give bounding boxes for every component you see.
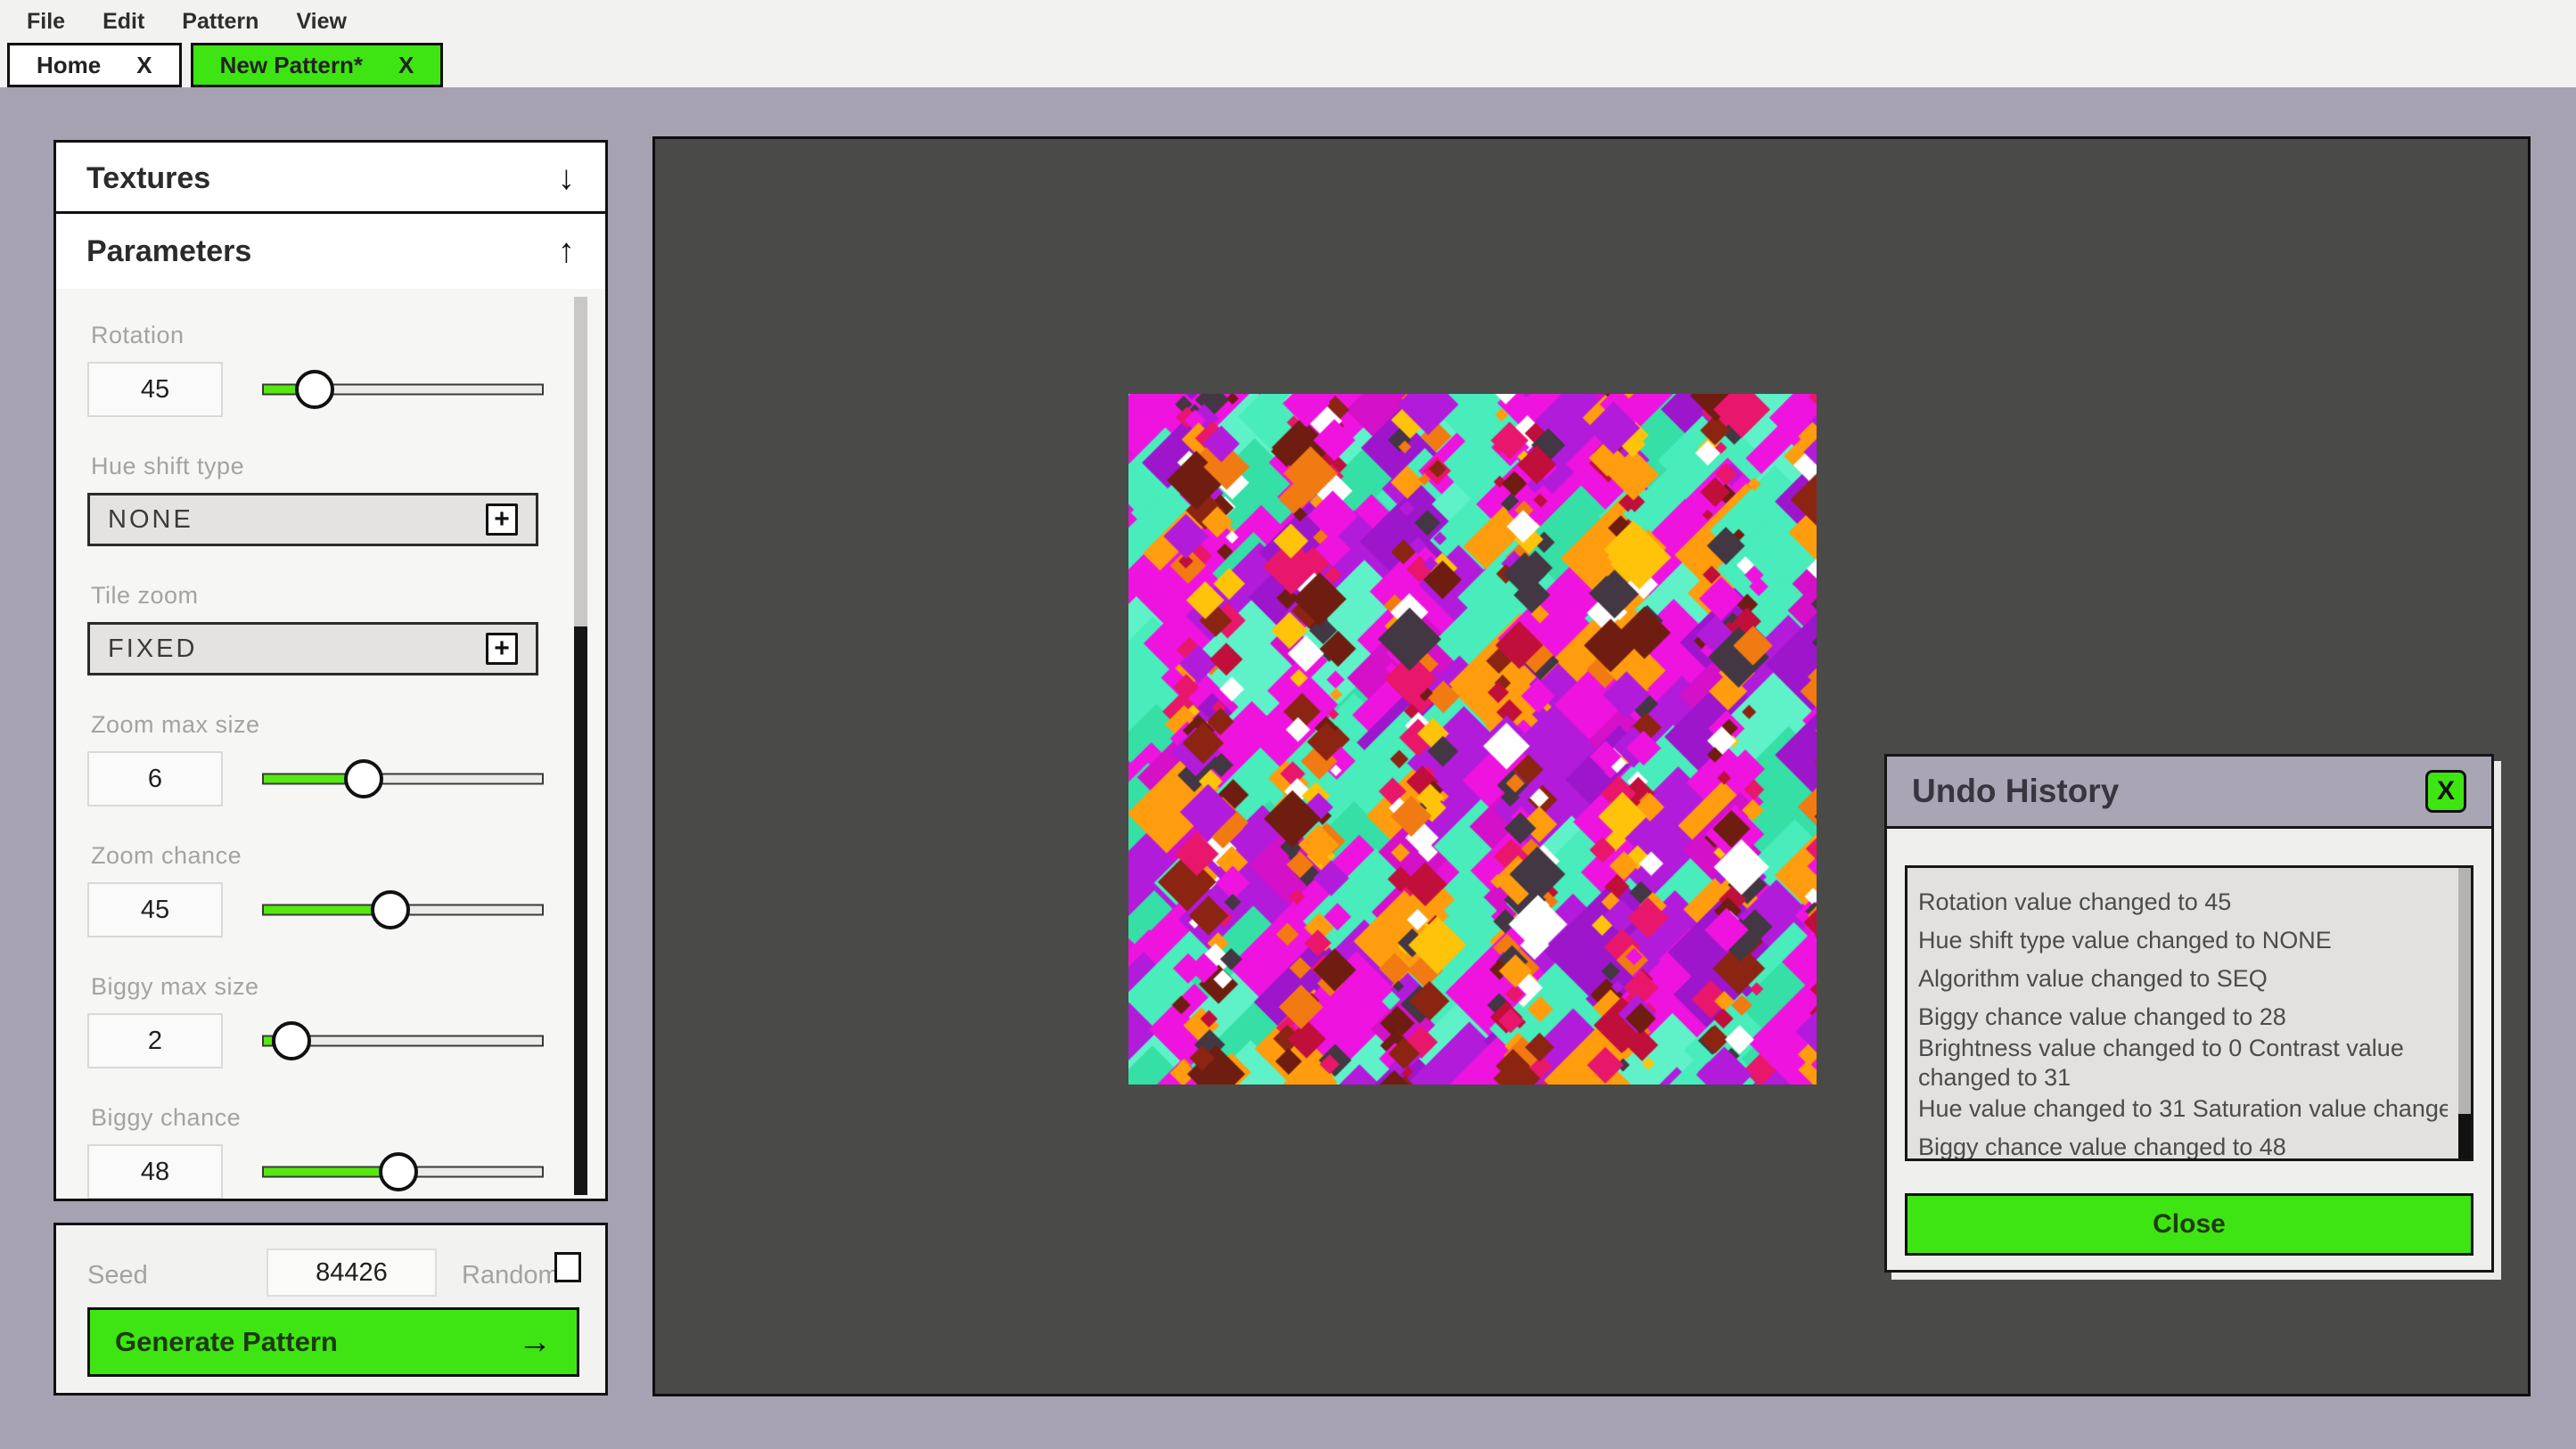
- tab-new-pattern-label: New Pattern*: [220, 52, 363, 79]
- tile-zoom-value: FIXED: [108, 634, 197, 664]
- biggy-chance-value-input[interactable]: [87, 1144, 223, 1199]
- menu-view[interactable]: View: [296, 9, 347, 35]
- tab-new-pattern[interactable]: New Pattern* X: [191, 43, 444, 87]
- parameters-scroll-area: Rotation Hue shift type NONE + Tile zoom: [56, 289, 605, 1199]
- menu-pattern[interactable]: Pattern: [182, 9, 258, 35]
- undo-history-list: Rotation value changed to 45 Hue shift t…: [1905, 865, 2473, 1161]
- tab-bar: Home X New Pattern* X: [0, 43, 2576, 87]
- generate-pattern-button[interactable]: Generate Pattern →: [87, 1307, 579, 1377]
- parameters-section: Parameters ↑ Rotation Hue shift type NON…: [53, 211, 608, 1201]
- tile-zoom-dropdown[interactable]: FIXED +: [87, 622, 538, 675]
- seed-input[interactable]: [267, 1248, 437, 1297]
- biggy-chance-slider-thumb[interactable]: [379, 1152, 418, 1191]
- zoom-max-size-slider[interactable]: [262, 751, 544, 806]
- hue-shift-type-value: NONE: [108, 505, 193, 535]
- undo-history-titlebar[interactable]: Undo History X: [1887, 757, 2491, 829]
- rotation-slider-thumb[interactable]: [295, 370, 334, 409]
- zoom-chance-slider-thumb[interactable]: [371, 890, 410, 929]
- undo-history-title: Undo History: [1912, 773, 2119, 810]
- undo-entry[interactable]: Algorithm value changed to SEQ: [1918, 964, 2448, 994]
- plus-icon[interactable]: +: [486, 633, 518, 665]
- undo-history-dialog: Undo History X Rotation value changed to…: [1884, 754, 2494, 1273]
- parameters-title: Parameters: [86, 234, 251, 269]
- undo-entry[interactable]: Hue shift type value changed to NONE: [1918, 926, 2448, 955]
- dialog-close-button[interactable]: Close: [1905, 1193, 2473, 1256]
- textures-title: Textures: [86, 161, 210, 196]
- undo-list-scrollbar-thumb[interactable]: [2458, 1114, 2471, 1158]
- biggy-chance-label: Biggy chance: [91, 1104, 538, 1132]
- rotation-value-input[interactable]: [87, 362, 223, 417]
- generate-pattern-label: Generate Pattern: [115, 1326, 338, 1358]
- random-label: Random: [462, 1261, 560, 1290]
- tab-home-label: Home: [37, 52, 101, 79]
- parameters-header[interactable]: Parameters ↑: [56, 214, 605, 289]
- dialog-close-x-button[interactable]: X: [2425, 770, 2466, 813]
- textures-header[interactable]: Textures ↓: [56, 143, 605, 214]
- undo-entry[interactable]: Biggy chance value changed to 48: [1918, 1133, 2448, 1161]
- hue-shift-type-dropdown[interactable]: NONE +: [87, 493, 538, 546]
- undo-entry[interactable]: Brightness value changed to 0 Contrast v…: [1918, 1034, 2448, 1093]
- biggy-max-size-control: Biggy max size: [87, 973, 538, 1068]
- hue-shift-type-control: Hue shift type NONE +: [87, 453, 538, 546]
- rotation-control: Rotation: [87, 322, 538, 417]
- biggy-max-size-value-input[interactable]: [87, 1013, 223, 1068]
- biggy-max-size-label: Biggy max size: [91, 973, 538, 1001]
- undo-entry[interactable]: Biggy chance value changed to 28: [1918, 1003, 2448, 1032]
- random-checkbox[interactable]: [554, 1252, 581, 1282]
- seed-label: Seed: [87, 1261, 148, 1290]
- plus-icon[interactable]: +: [486, 503, 518, 536]
- undo-entry[interactable]: Rotation value changed to 45: [1918, 888, 2448, 917]
- generated-pattern-image: [1128, 394, 1817, 1085]
- zoom-chance-value-input[interactable]: [87, 882, 223, 937]
- zoom-chance-label: Zoom chance: [91, 842, 538, 870]
- tile-zoom-control: Tile zoom FIXED +: [87, 582, 538, 675]
- undo-entry[interactable]: Hue value changed to 31 Saturation value…: [1918, 1094, 2448, 1124]
- chevron-up-icon[interactable]: ↑: [558, 233, 575, 271]
- parameters-scrollbar-thumb[interactable]: [574, 626, 587, 1195]
- textures-section[interactable]: Textures ↓: [53, 140, 608, 211]
- biggy-max-size-slider[interactable]: [262, 1013, 544, 1068]
- tab-new-pattern-close-icon[interactable]: X: [398, 52, 414, 79]
- chevron-down-icon[interactable]: ↓: [558, 160, 575, 198]
- undo-list-scrollbar-track[interactable]: [2458, 868, 2471, 1158]
- hue-shift-type-label: Hue shift type: [91, 453, 538, 480]
- tab-home[interactable]: Home X: [7, 43, 182, 87]
- biggy-max-size-slider-thumb[interactable]: [272, 1021, 311, 1060]
- menu-bar: File Edit Pattern View: [0, 0, 2576, 43]
- zoom-max-size-control: Zoom max size: [87, 711, 538, 806]
- zoom-max-size-value-input[interactable]: [87, 751, 223, 806]
- menu-file[interactable]: File: [27, 9, 65, 35]
- menu-edit[interactable]: Edit: [103, 9, 144, 35]
- zoom-chance-slider[interactable]: [262, 882, 544, 937]
- biggy-chance-control: Biggy chance: [87, 1104, 538, 1199]
- zoom-max-size-slider-thumb[interactable]: [344, 759, 383, 798]
- seed-section: Seed Random Generate Pattern →: [53, 1223, 608, 1396]
- tab-home-close-icon[interactable]: X: [136, 52, 152, 79]
- rotation-slider[interactable]: [262, 362, 544, 417]
- tile-zoom-label: Tile zoom: [91, 582, 538, 610]
- zoom-chance-control: Zoom chance: [87, 842, 538, 937]
- biggy-chance-slider[interactable]: [262, 1144, 544, 1199]
- arrow-right-icon: →: [518, 1323, 552, 1362]
- parameters-scrollbar-track[interactable]: [574, 297, 587, 1195]
- zoom-max-size-label: Zoom max size: [91, 711, 538, 739]
- rotation-label: Rotation: [91, 322, 538, 349]
